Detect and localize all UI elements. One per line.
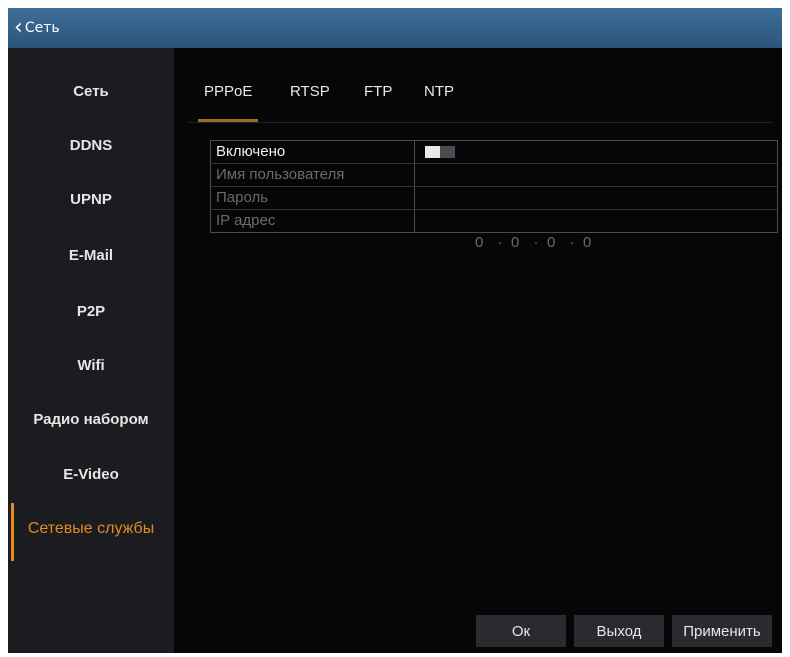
- sidebar-item-ddns[interactable]: DDNS: [8, 119, 174, 171]
- tab-rtsp[interactable]: RTSP: [290, 83, 330, 100]
- ip-octet-3[interactable]: 0: [547, 232, 561, 254]
- sidebar: Сеть DDNS UPNP E-Mail P2P Wifi Радио наб…: [8, 48, 174, 653]
- ip-octet-4[interactable]: 0: [583, 232, 597, 254]
- apply-button[interactable]: Применить: [672, 615, 772, 647]
- title-bar: ‹ Сеть: [8, 8, 782, 48]
- username-label: Имя пользователя: [211, 164, 415, 186]
- sidebar-item-evideo[interactable]: E-Video: [8, 448, 174, 500]
- sidebar-item-wifi[interactable]: Wifi: [8, 339, 174, 391]
- pppoe-settings-grid: Включено Имя пользователя Пароль IP адре…: [210, 140, 778, 251]
- tab-ntp[interactable]: NTP: [424, 83, 454, 100]
- exit-button[interactable]: Выход: [574, 615, 664, 647]
- ip-row: IP адрес 0 · 0 · 0 · 0: [211, 210, 777, 251]
- ip-separator: ·: [569, 234, 575, 251]
- ip-separator: ·: [497, 234, 503, 251]
- sidebar-item-upnp[interactable]: UPNP: [8, 173, 174, 225]
- username-field[interactable]: [415, 164, 777, 186]
- ip-label: IP адрес: [211, 210, 415, 232]
- toggle-knob: [425, 146, 440, 158]
- enabled-row: Включено: [211, 141, 777, 164]
- ip-octet-1[interactable]: 0: [475, 232, 489, 254]
- enabled-label: Включено: [211, 141, 415, 163]
- sidebar-item-network[interactable]: Сеть: [8, 65, 174, 117]
- settings-window: ‹ Сеть Сеть DDNS UPNP E-Mail P2P Wifi Ра…: [8, 8, 782, 653]
- password-field[interactable]: [415, 187, 777, 209]
- sidebar-item-p2p[interactable]: P2P: [8, 285, 174, 337]
- ok-button[interactable]: Ок: [476, 615, 566, 647]
- password-label: Пароль: [211, 187, 415, 209]
- tab-ftp[interactable]: FTP: [364, 83, 392, 100]
- username-row: Имя пользователя: [211, 164, 777, 187]
- tab-pppoe[interactable]: PPPoE: [197, 83, 259, 122]
- enabled-toggle[interactable]: [425, 146, 455, 158]
- sidebar-item-network-services[interactable]: Сетевые службы: [8, 503, 174, 561]
- sidebar-item-email[interactable]: E-Mail: [8, 229, 174, 281]
- tab-bar: PPPoE RTSP FTP NTP: [188, 70, 773, 123]
- sidebar-item-dialup[interactable]: Радио набором: [8, 393, 174, 445]
- ip-octet-2[interactable]: 0: [511, 232, 525, 254]
- enabled-cell: [415, 141, 777, 163]
- ip-address-field[interactable]: 0 · 0 · 0 · 0: [415, 210, 777, 251]
- ip-separator: ·: [533, 234, 539, 251]
- back-button[interactable]: ‹ Сеть: [14, 8, 60, 48]
- back-label: Сеть: [24, 20, 60, 36]
- content-panel: PPPoE RTSP FTP NTP Включено Имя пользова…: [174, 48, 782, 653]
- password-row: Пароль: [211, 187, 777, 210]
- chevron-left-icon: ‹: [14, 15, 23, 40]
